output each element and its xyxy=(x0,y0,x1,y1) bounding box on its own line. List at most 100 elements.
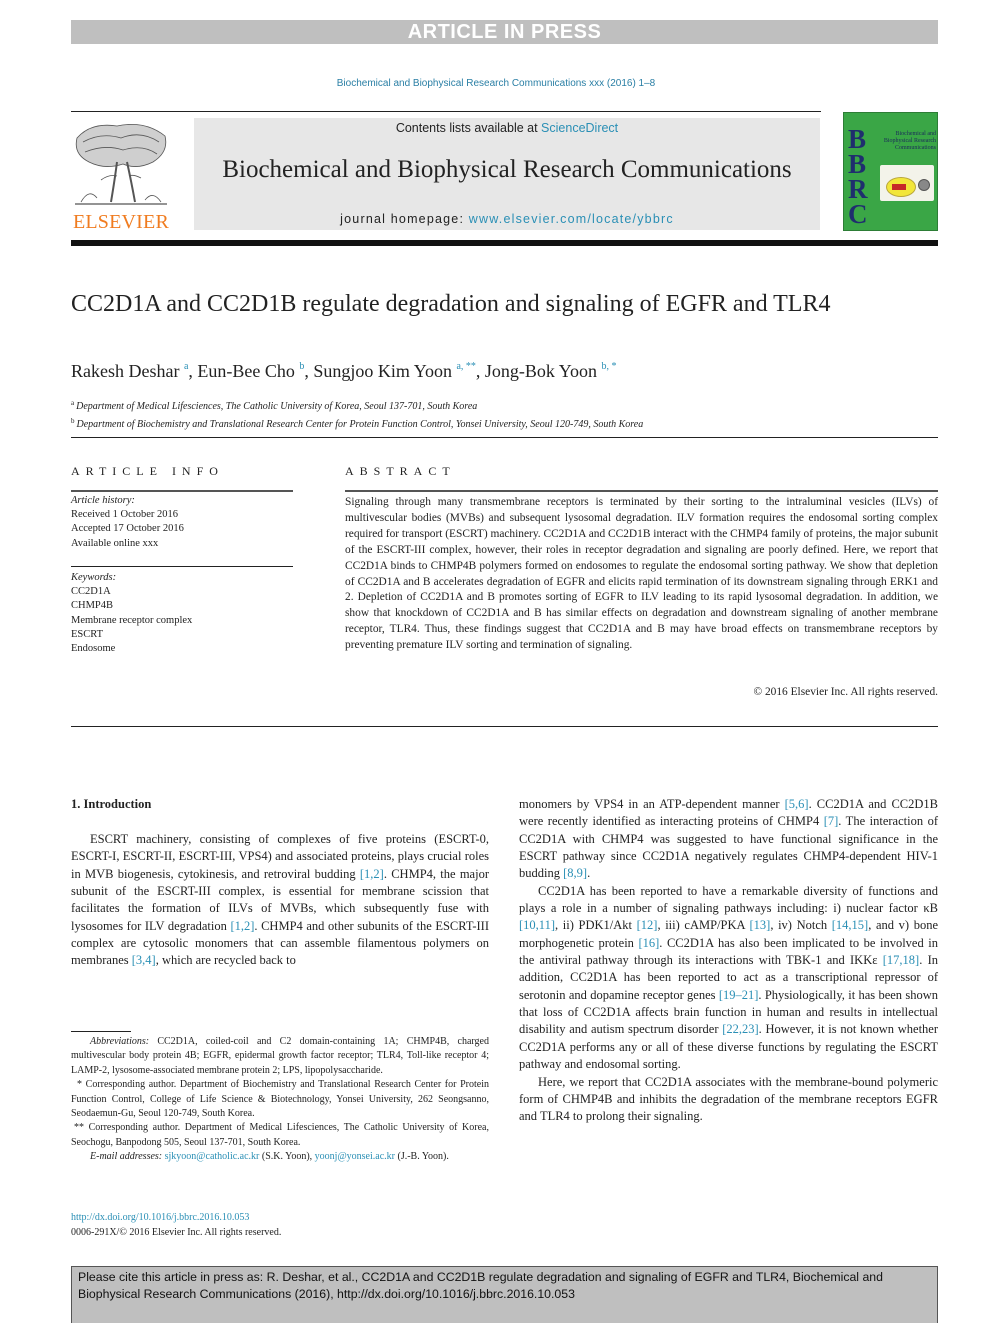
article-info-heading: ARTICLE INFO xyxy=(71,464,224,478)
intro-right-column: monomers by VPS4 in an ATP-dependent man… xyxy=(519,796,938,1126)
author-name[interactable]: Jong-Bok Yoon xyxy=(485,361,597,381)
keyword: ESCRT xyxy=(71,628,104,640)
divider xyxy=(71,726,938,727)
email-owner: (S.K. Yoon), xyxy=(259,1151,315,1163)
body-text: Here, we report that CC2D1A associates w… xyxy=(519,1074,938,1124)
citation-link[interactable]: [7] xyxy=(824,814,839,828)
email-link[interactable]: sjkyoon@catholic.ac.kr xyxy=(165,1151,260,1162)
citation-link[interactable]: [22,23] xyxy=(722,1022,758,1036)
citation-link[interactable]: [14,15] xyxy=(832,918,868,932)
citation-link[interactable]: [19–21] xyxy=(719,988,759,1002)
body-text: . xyxy=(587,866,591,881)
divider xyxy=(71,490,293,492)
corresponding-author-2: ** Corresponding author. Department of M… xyxy=(71,1122,489,1148)
history-item: Available online xxx xyxy=(71,537,159,549)
footnote-divider xyxy=(71,1031,131,1032)
citation-link[interactable]: [1,2] xyxy=(230,919,254,933)
citation-box: Please cite this article in press as: R.… xyxy=(71,1266,938,1323)
history-item: Accepted 17 October 2016 xyxy=(71,523,184,535)
body-text: CC2D1A has been reported to have a remar… xyxy=(519,883,938,916)
intro-paragraph: Here, we report that CC2D1A associates w… xyxy=(519,1074,938,1126)
citation-link[interactable]: [5,6] xyxy=(785,797,809,811)
affil-mark: a xyxy=(71,399,75,407)
cover-subtitle: Biochemical and Biophysical Research Com… xyxy=(883,131,936,151)
article-in-press-banner: ARTICLE IN PRESS xyxy=(71,20,938,44)
article-title: CC2D1A and CC2D1B regulate degradation a… xyxy=(71,291,831,317)
citation-link[interactable]: [3,4] xyxy=(132,953,156,967)
history-label: Article history: xyxy=(71,495,135,506)
citation-link[interactable]: [12] xyxy=(637,918,658,932)
affil-mark: b xyxy=(71,417,75,425)
footnotes: Abbreviations: CC2D1A, coiled-coil and C… xyxy=(71,1035,489,1165)
citation-link[interactable]: [8,9] xyxy=(563,866,587,880)
elsevier-logo[interactable]: ELSEVIER xyxy=(71,118,171,234)
article-history: Article history: Received 1 October 2016… xyxy=(71,494,184,551)
email-footnote: E-mail addresses: sjkyoon@catholic.ac.kr… xyxy=(71,1150,489,1164)
body-text: monomers by VPS4 in an ATP-dependent man… xyxy=(519,797,785,811)
doi-link[interactable]: http://dx.doi.org/10.1016/j.bbrc.2016.10… xyxy=(71,1210,281,1225)
header-divider xyxy=(71,240,938,246)
intro-paragraph: monomers by VPS4 in an ATP-dependent man… xyxy=(519,796,938,883)
section-heading-introduction: 1. Introduction xyxy=(71,797,152,811)
affiliation-b: b Department of Biochemistry and Translat… xyxy=(71,414,643,432)
divider xyxy=(345,490,938,492)
contents-line: Contents lists available at ScienceDirec… xyxy=(194,121,820,135)
affil-text: Department of Biochemistry and Translati… xyxy=(76,419,644,430)
author-name[interactable]: Sungjoo Kim Yoon xyxy=(313,361,452,381)
affiliations: a Department of Medical Lifesciences, The… xyxy=(71,396,643,432)
cover-figure-icon xyxy=(880,165,934,201)
doi-block: http://dx.doi.org/10.1016/j.bbrc.2016.10… xyxy=(71,1210,281,1240)
history-item: Received 1 October 2016 xyxy=(71,509,179,521)
email-owner: (J.-B. Yoon). xyxy=(394,1151,449,1163)
divider xyxy=(71,111,821,112)
corresponding-author-1: * Corresponding author. Department of Bi… xyxy=(71,1079,489,1120)
abstract-copyright: © 2016 Elsevier Inc. All rights reserved… xyxy=(753,686,938,698)
email-link[interactable]: yoonj@yonsei.ac.kr xyxy=(315,1151,395,1162)
keywords: Keywords: CC2D1A CHMP4B Membrane recepto… xyxy=(71,571,192,656)
citation-link[interactable]: [17,18] xyxy=(883,953,919,967)
citation-link[interactable]: [13] xyxy=(749,918,770,932)
contents-prefix: Contents lists available at xyxy=(395,121,542,135)
journal-reference-link[interactable]: Biochemical and Biophysical Research Com… xyxy=(0,78,992,89)
affiliation-a: a Department of Medical Lifesciences, The… xyxy=(71,396,643,414)
citation-link[interactable]: [1,2] xyxy=(360,867,384,881)
email-label: E-mail addresses: xyxy=(90,1151,163,1163)
sciencedirect-link[interactable]: ScienceDirect xyxy=(541,121,618,135)
abstract-heading: ABSTRACT xyxy=(345,464,456,478)
keyword: CC2D1A xyxy=(71,586,111,598)
homepage-line: journal homepage: www.elsevier.com/locat… xyxy=(194,212,820,226)
author-name[interactable]: Eun-Bee Cho xyxy=(197,361,294,381)
journal-title: Biochemical and Biophysical Research Com… xyxy=(222,156,792,183)
divider xyxy=(71,437,938,438)
divider xyxy=(71,566,293,567)
author-separator: , xyxy=(475,361,485,381)
author-affil-mark[interactable]: b, * xyxy=(601,361,616,372)
body-text: , ii) PDK1/Akt xyxy=(555,918,637,933)
body-text: , iv) Notch xyxy=(770,918,832,933)
body-text: , which are recycled back to xyxy=(155,953,296,968)
journal-masthead: Contents lists available at ScienceDirec… xyxy=(194,118,820,230)
cover-letters: B B R C xyxy=(848,126,868,229)
keywords-label: Keywords: xyxy=(71,572,117,583)
journal-homepage-link[interactable]: www.elsevier.com/locate/ybbrc xyxy=(469,212,674,226)
abstract-text: Signaling through many transmembrane rec… xyxy=(345,496,939,652)
affil-text: Department of Medical Lifesciences, The … xyxy=(76,401,478,412)
cover-letter: C xyxy=(848,199,868,229)
keyword: Endosome xyxy=(71,643,116,655)
homepage-prefix: journal homepage: xyxy=(340,212,469,226)
abbreviations-footnote: Abbreviations: CC2D1A, coiled-coil and C… xyxy=(71,1035,489,1078)
keyword: Membrane receptor complex xyxy=(71,614,193,626)
author-list: Rakesh Deshar a, Eun-Bee Cho b, Sungjoo … xyxy=(71,361,616,382)
intro-paragraph: CC2D1A has been reported to have a remar… xyxy=(519,883,938,1074)
journal-cover-image[interactable]: B B R C Biochemical and Biophysical Rese… xyxy=(843,112,938,231)
author-affil-mark[interactable]: a, ** xyxy=(456,361,475,372)
elsevier-tree-icon xyxy=(75,123,167,205)
issn-copyright: 0006-291X/© 2016 Elsevier Inc. All right… xyxy=(71,1227,282,1238)
intro-paragraph: ESCRT machinery, consisting of complexes… xyxy=(71,831,489,970)
citation-link[interactable]: [16] xyxy=(638,936,659,950)
citation-link[interactable]: [10,11] xyxy=(519,918,555,932)
author-name[interactable]: Rakesh Deshar xyxy=(71,361,179,381)
body-text: , iii) cAMP/PKA xyxy=(657,918,750,933)
publisher-name: ELSEVIER xyxy=(72,211,170,233)
abbreviations-label: Abbreviations: xyxy=(90,1036,150,1047)
